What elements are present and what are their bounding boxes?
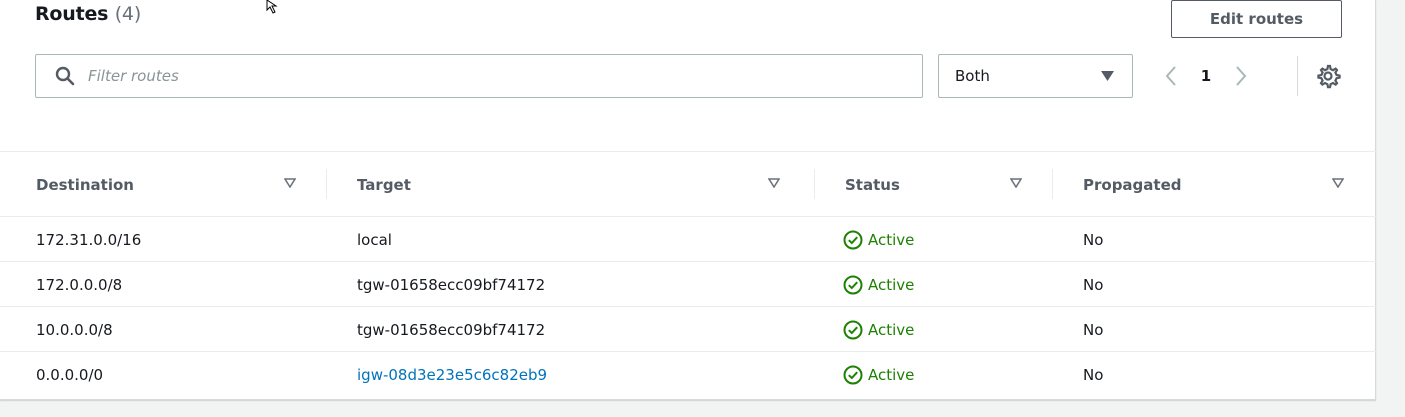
column-header-status[interactable]: Status <box>845 152 900 217</box>
sort-icon[interactable] <box>284 178 296 188</box>
caret-down-icon <box>1101 71 1114 81</box>
table-header: Destination Target Status Propagated <box>0 152 1376 217</box>
column-header-target[interactable]: Target <box>357 152 411 217</box>
propagated-cell: No <box>1083 275 1104 294</box>
column-separator[interactable] <box>814 169 815 199</box>
status-text: Active <box>868 365 915 384</box>
target-cell: tgw-01658ecc09bf74172 <box>357 320 546 339</box>
target-cell: local <box>357 230 392 249</box>
mouse-cursor-icon <box>266 0 278 14</box>
title-text: Routes <box>35 3 109 25</box>
route-count: (4) <box>114 3 142 25</box>
status-badge: Active <box>843 307 914 352</box>
table-row[interactable]: 172.31.0.0/16 local Active No <box>0 217 1376 262</box>
chevron-left-icon <box>1165 66 1176 86</box>
sort-icon[interactable] <box>1332 178 1344 188</box>
status-text: Active <box>868 275 915 294</box>
previous-page-button[interactable] <box>1160 63 1182 89</box>
check-circle-icon <box>843 320 863 339</box>
table-row[interactable]: 0.0.0.0/0 igw-08d3e23e5c6c82eb9 Active N… <box>0 352 1376 397</box>
status-text: Active <box>868 320 915 339</box>
destination-cell: 0.0.0.0/0 <box>36 365 104 384</box>
sort-icon[interactable] <box>1010 178 1022 188</box>
select-value: Both <box>955 67 990 85</box>
target-link[interactable]: igw-08d3e23e5c6c82eb9 <box>357 352 547 397</box>
pagination: 1 <box>1160 60 1252 92</box>
filter-box <box>35 54 923 98</box>
check-circle-icon <box>843 230 863 249</box>
destination-cell: 10.0.0.0/8 <box>36 320 113 339</box>
pagination-divider <box>1297 56 1298 96</box>
check-circle-icon <box>843 365 863 384</box>
column-separator[interactable] <box>1052 169 1053 199</box>
column-header-destination[interactable]: Destination <box>36 152 134 217</box>
destination-cell: 172.31.0.0/16 <box>36 230 142 249</box>
table-row[interactable]: 10.0.0.0/8 tgw-01658ecc09bf74172 Active … <box>0 307 1376 352</box>
chevron-right-icon <box>1236 66 1247 86</box>
propagated-cell: No <box>1083 230 1104 249</box>
page-title: Routes (4) <box>35 3 141 25</box>
current-page[interactable]: 1 <box>1182 67 1230 85</box>
routes-panel: Routes (4) Edit routes Both 1 <box>0 0 1376 400</box>
routes-table: Destination Target Status Propagated 172… <box>0 151 1376 397</box>
check-circle-icon <box>843 275 863 294</box>
filter-routes-input[interactable] <box>86 66 886 86</box>
column-separator[interactable] <box>326 169 327 199</box>
edit-routes-button[interactable]: Edit routes <box>1171 0 1342 38</box>
status-badge: Active <box>843 352 914 397</box>
status-badge: Active <box>843 217 914 262</box>
propagated-cell: No <box>1083 365 1104 384</box>
status-text: Active <box>868 230 915 249</box>
propagated-cell: No <box>1083 320 1104 339</box>
gear-icon[interactable] <box>1315 63 1341 89</box>
status-badge: Active <box>843 262 914 307</box>
table-row[interactable]: 172.0.0.0/8 tgw-01658ecc09bf74172 Active… <box>0 262 1376 307</box>
search-icon <box>55 66 75 86</box>
sort-icon[interactable] <box>768 178 780 188</box>
next-page-button[interactable] <box>1230 63 1252 89</box>
route-type-select[interactable]: Both <box>938 54 1133 98</box>
destination-cell: 172.0.0.0/8 <box>36 275 123 294</box>
column-header-propagated[interactable]: Propagated <box>1083 152 1182 217</box>
target-cell: tgw-01658ecc09bf74172 <box>357 275 546 294</box>
